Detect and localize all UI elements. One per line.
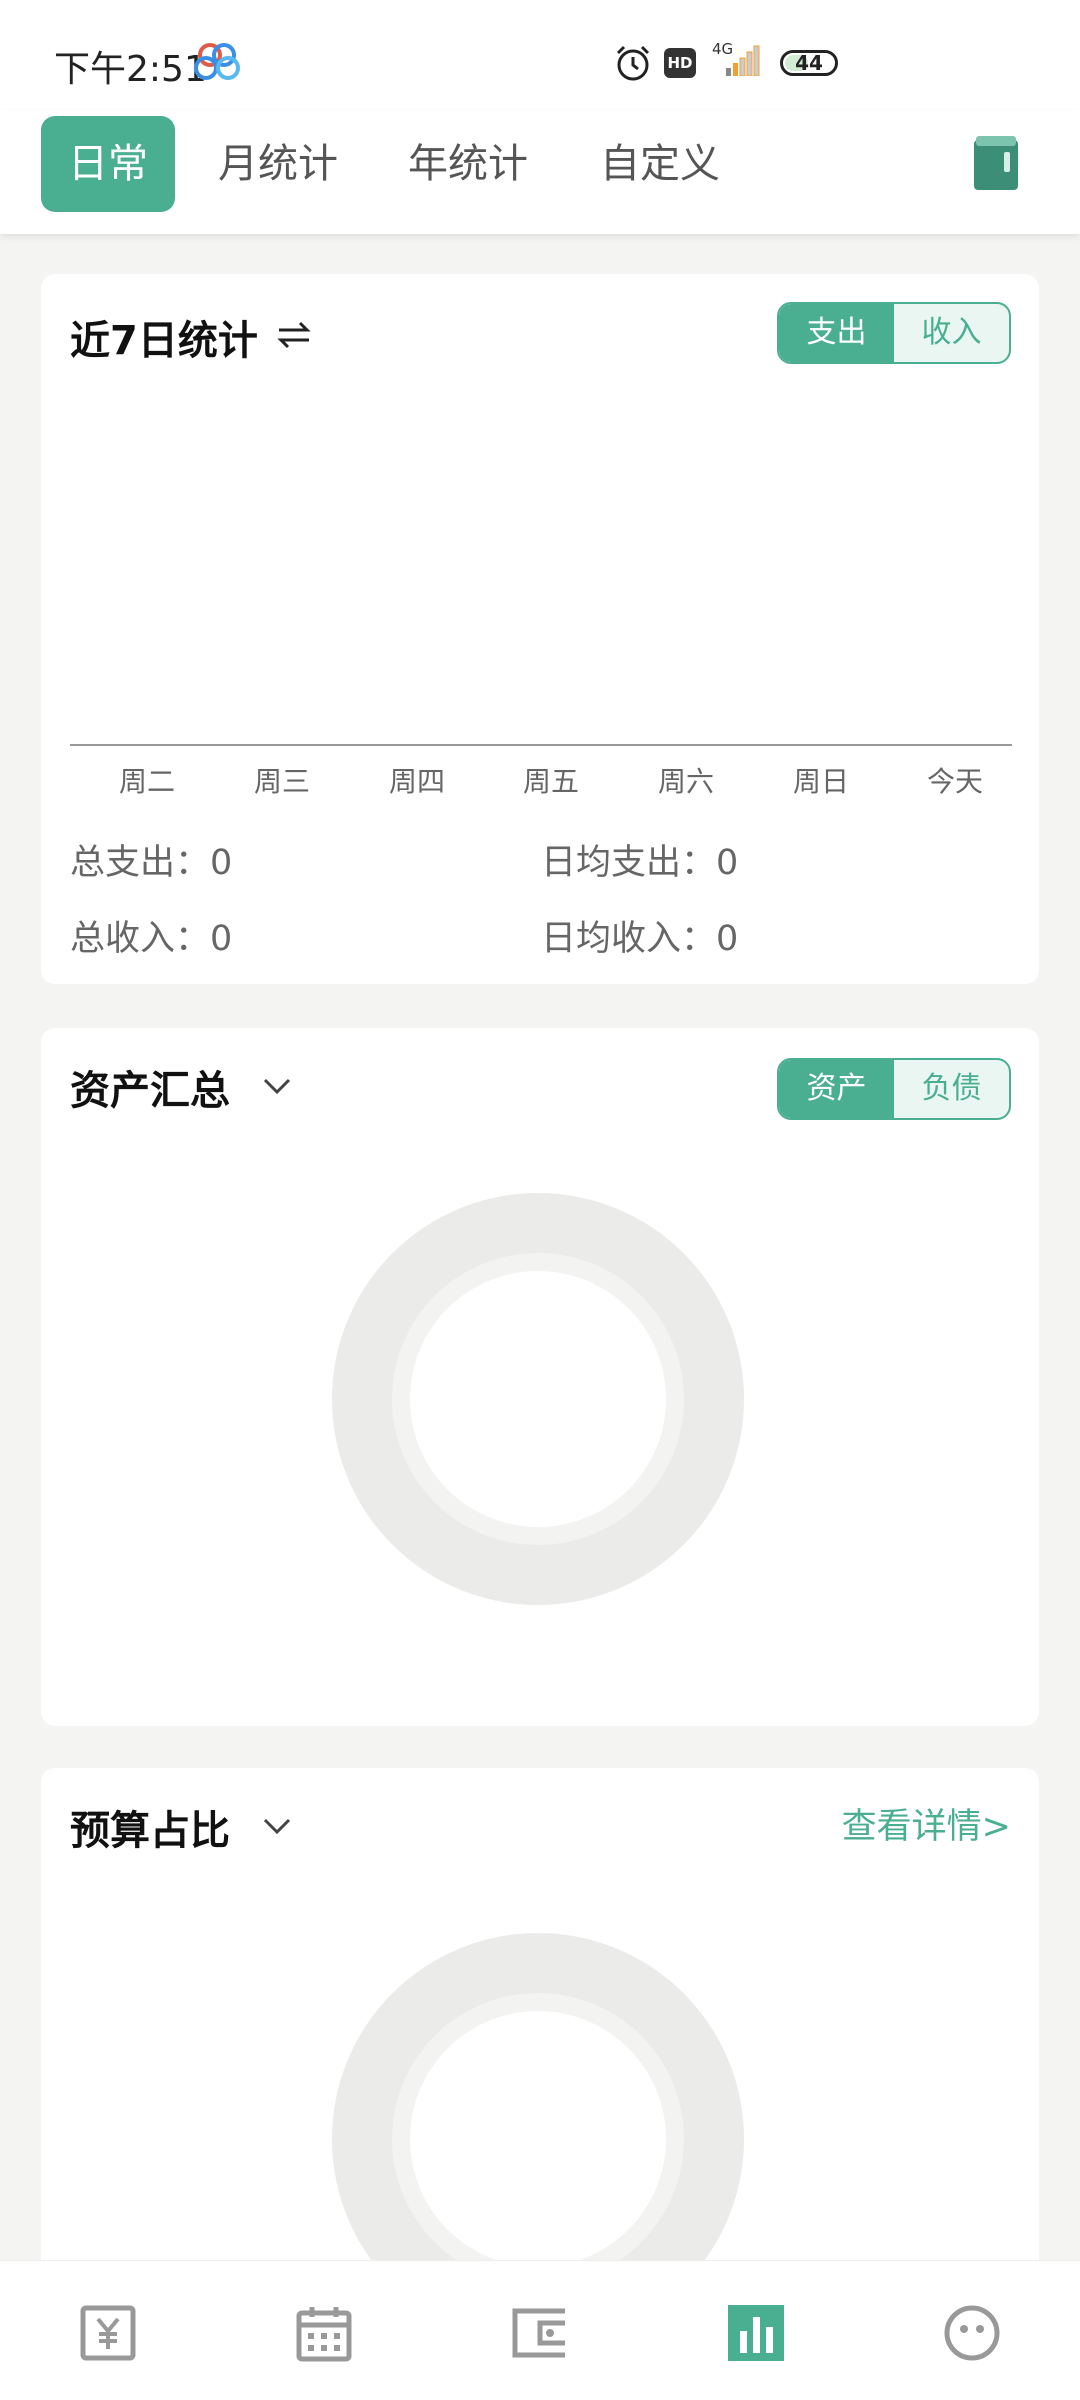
profile-icon[interactable] xyxy=(942,2303,1002,2363)
asset-donut-chart xyxy=(332,1193,744,1605)
chevron-down-icon[interactable] xyxy=(259,1068,295,1104)
asset-summary-card: 资产汇总 资产 负债 xyxy=(41,1028,1039,1726)
daily-average-expense: 日均支出：0 xyxy=(541,843,739,883)
toggle-liabilities[interactable]: 负债 xyxy=(894,1060,1009,1118)
baidu-cloud-icon xyxy=(194,43,240,80)
daily-average-income: 日均收入：0 xyxy=(541,919,739,959)
total-income: 总收入：0 xyxy=(70,919,233,959)
period-tab-bar: 日常 月统计 年统计 自定义 xyxy=(0,110,1080,234)
wallet-icon[interactable] xyxy=(510,2303,570,2363)
ledger-book-icon[interactable] xyxy=(974,136,1018,190)
budget-ratio-title: 预算占比 xyxy=(70,1808,230,1854)
bottom-nav xyxy=(0,2260,1080,2400)
hd-icon: HD xyxy=(664,48,696,78)
asset-liability-toggle: 资产 负债 xyxy=(777,1058,1011,1120)
toggle-income[interactable]: 收入 xyxy=(894,304,1009,362)
day-label: 今天 xyxy=(926,765,983,798)
toggle-expense[interactable]: 支出 xyxy=(779,304,894,362)
view-details-link[interactable]: 查看详情> xyxy=(842,1798,1011,1849)
expense-income-toggle: 支出 收入 xyxy=(777,302,1011,364)
battery-icon: 44 xyxy=(780,50,838,76)
day-label: 周日 xyxy=(792,765,849,798)
swap-icon[interactable] xyxy=(275,316,313,354)
tab-daily[interactable]: 日常 xyxy=(41,116,175,212)
chart-x-axis xyxy=(70,744,1012,746)
tab-yearly[interactable]: 年统计 xyxy=(390,116,546,212)
day-label: 周四 xyxy=(388,765,445,798)
status-bar: 下午2:51 HD 4G 44 xyxy=(0,0,1080,110)
day-label: 周五 xyxy=(522,765,579,798)
total-expense: 总支出：0 xyxy=(70,843,233,883)
weekly-stats-card: 近7日统计 支出 收入 周二 周三 周四 周五 周六 周日 今天 总支出：0 日… xyxy=(41,274,1039,984)
day-label: 周六 xyxy=(657,765,714,798)
signal-icon xyxy=(726,45,760,76)
tab-monthly[interactable]: 月统计 xyxy=(200,116,356,212)
status-time: 下午2:51 xyxy=(54,49,207,90)
day-label: 周三 xyxy=(253,765,310,798)
day-label: 周二 xyxy=(118,765,175,798)
yen-icon[interactable] xyxy=(78,2303,138,2363)
chart-icon[interactable] xyxy=(726,2303,786,2363)
toggle-assets[interactable]: 资产 xyxy=(779,1060,894,1118)
weekly-title: 近7日统计 xyxy=(70,318,258,364)
asset-summary-title: 资产汇总 xyxy=(70,1068,230,1114)
tab-custom[interactable]: 自定义 xyxy=(582,116,738,212)
chevron-down-icon[interactable] xyxy=(259,1808,295,1844)
budget-ratio-card: 预算占比 查看详情> xyxy=(41,1768,1039,2345)
alarm-icon xyxy=(616,45,650,81)
battery-level: 44 xyxy=(795,51,823,75)
calendar-icon[interactable] xyxy=(294,2303,354,2363)
